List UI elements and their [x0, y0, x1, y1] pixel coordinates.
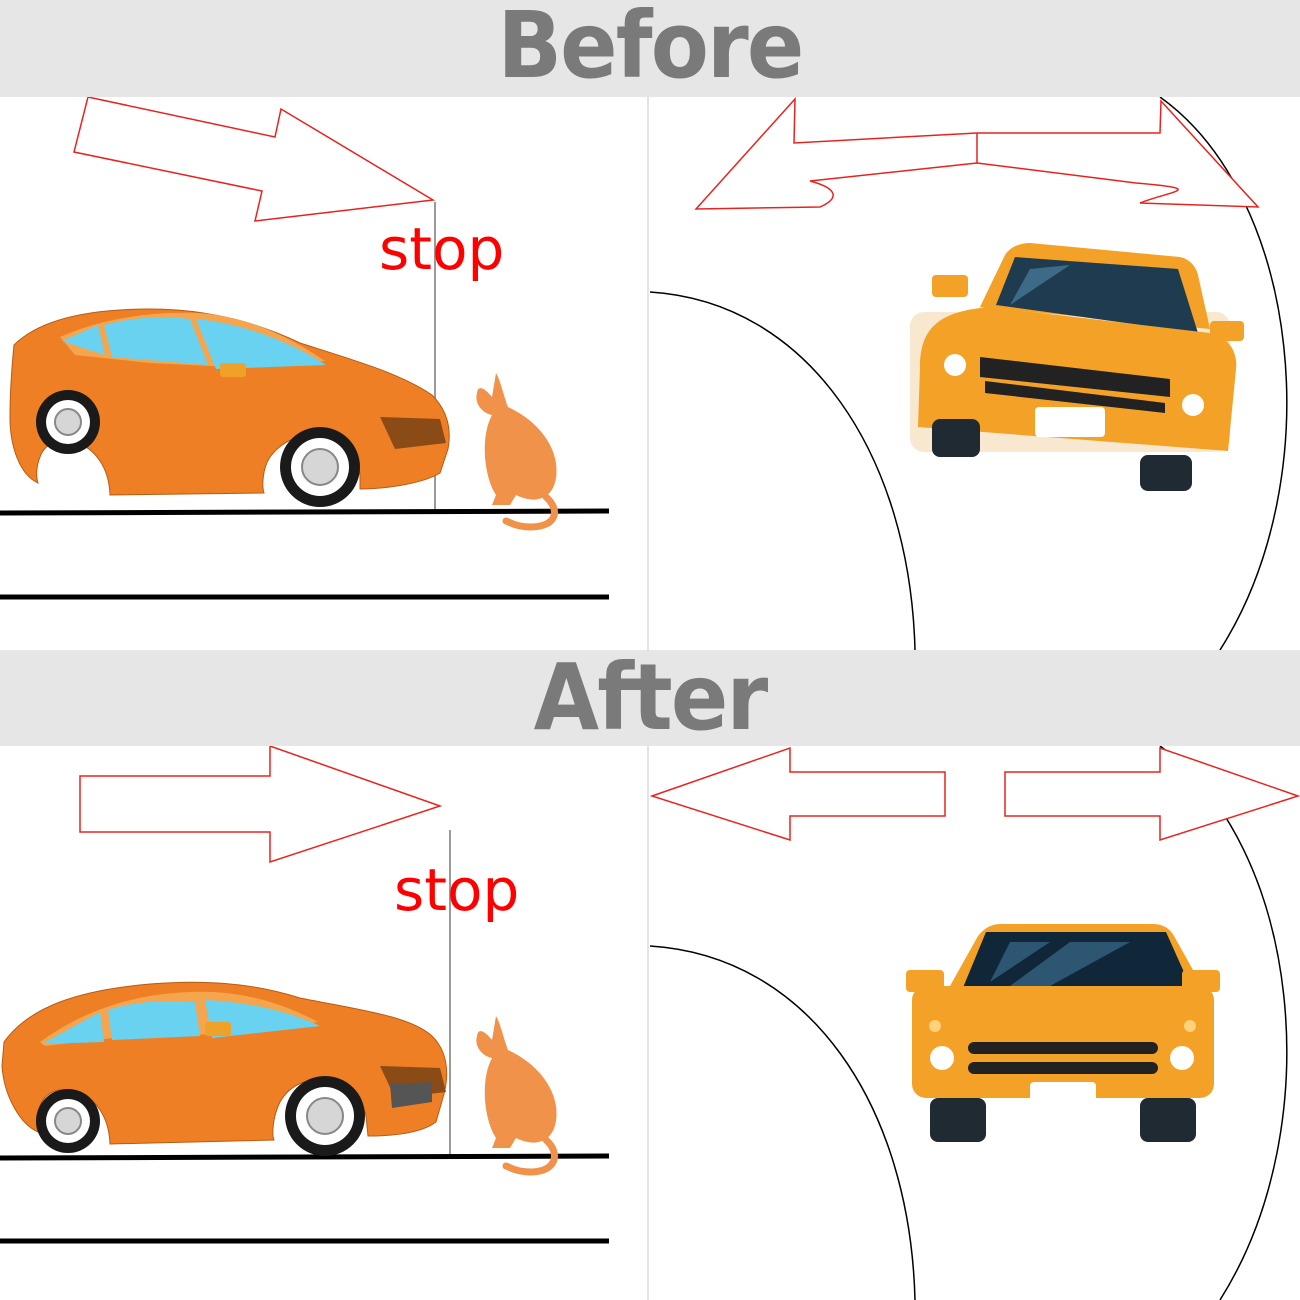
road-line: [0, 508, 610, 516]
car-side-icon: [9, 308, 450, 507]
arrow-right-icon: [73, 97, 436, 222]
before-left-panel: stop: [0, 97, 646, 650]
curve-line: [650, 945, 916, 1300]
arrow-right-icon: [79, 746, 443, 864]
before-heading: Before: [497, 0, 804, 99]
after-heading: After: [533, 644, 769, 751]
before-banner: Before: [0, 0, 1300, 97]
panel-divider-top: [647, 97, 649, 650]
curve-line: [650, 291, 916, 650]
arrow-right-icon: [1004, 746, 1300, 842]
cat-icon: [476, 1016, 558, 1176]
stop-label: stop: [379, 215, 504, 283]
car-side-icon: [1, 981, 448, 1156]
arrow-left-icon: [650, 746, 946, 842]
after-left-panel: stop: [0, 746, 646, 1300]
arrow-both-icon: [694, 97, 1260, 210]
road-line: [0, 1153, 610, 1161]
after-right-panel: [650, 746, 1300, 1300]
panel-divider-bottom: [647, 746, 649, 1300]
stop-label: stop: [394, 856, 519, 924]
after-banner: After: [0, 644, 1300, 751]
before-right-panel: [650, 97, 1300, 650]
car-front-icon: [910, 243, 1244, 491]
car-front-icon: [906, 924, 1220, 1142]
cat-icon: [476, 373, 558, 531]
